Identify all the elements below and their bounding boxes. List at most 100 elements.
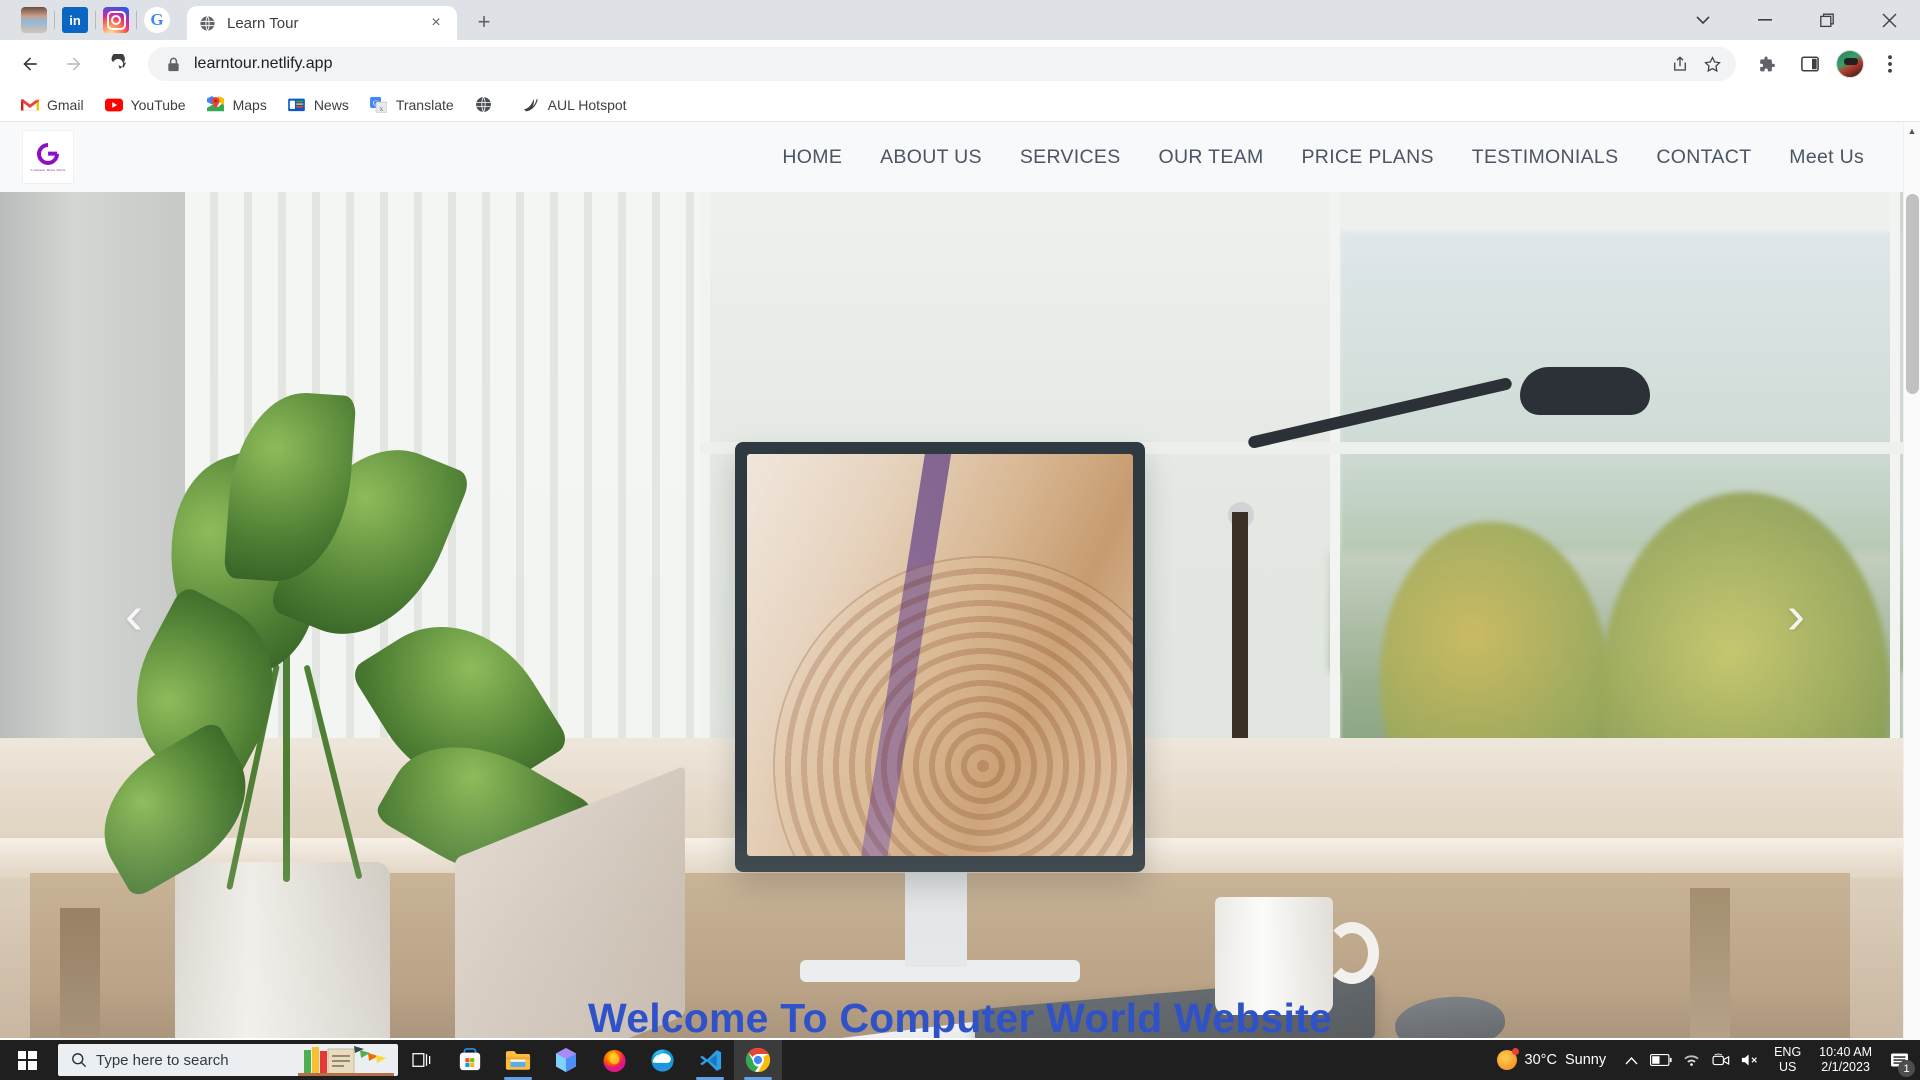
tab-divider	[136, 11, 137, 29]
clock-and-date[interactable]: 10:40 AM 2/1/2023	[1809, 1045, 1882, 1075]
google-news-icon	[288, 96, 306, 114]
puzzle-icon[interactable]	[1746, 44, 1786, 84]
bookmark-news[interactable]: News	[279, 92, 358, 118]
page-scrollbar[interactable]: ▲	[1903, 122, 1920, 1040]
carousel-prev-button[interactable]: ‹	[125, 588, 143, 642]
three-dot-menu-icon[interactable]	[1870, 44, 1910, 84]
youtube-icon	[104, 96, 123, 114]
url-text[interactable]: learntour.netlify.app	[194, 55, 1664, 73]
tab-learn-tour[interactable]: Learn Tour ×	[187, 6, 457, 40]
bookmark-aul-hotspot[interactable]: AUL Hotspot	[513, 92, 636, 118]
taskbar-app-microsoft-office[interactable]	[542, 1040, 590, 1080]
back-button[interactable]	[10, 44, 50, 84]
site-navigation: HOME ABOUT US SERVICES OUR TEAM PRICE PL…	[782, 146, 1904, 169]
gmail-icon	[21, 96, 39, 114]
taskbar-app-firefox[interactable]	[590, 1040, 638, 1080]
wifi-icon[interactable]	[1676, 1040, 1706, 1080]
scroll-up-arrow[interactable]: ▲	[1904, 122, 1920, 139]
close-window-button[interactable]	[1858, 0, 1920, 40]
linkedin-pin[interactable]: in	[62, 7, 88, 33]
sunny-weather-icon	[1496, 1048, 1519, 1070]
bookmark-youtube[interactable]: YouTube	[96, 92, 195, 118]
restore-button[interactable]	[1796, 0, 1858, 40]
nav-item-testimonials[interactable]: TESTIMONIALS	[1472, 146, 1619, 169]
google-icon-label: G	[150, 10, 164, 29]
minimize-button[interactable]	[1734, 0, 1796, 40]
clock-date: 2/1/2023	[1821, 1060, 1870, 1074]
taskbar-app-microsoft-store[interactable]	[446, 1040, 494, 1080]
weather-temperature: 30°C	[1524, 1052, 1557, 1068]
bookmark-gmail[interactable]: Gmail	[12, 92, 93, 118]
close-tab-icon[interactable]: ×	[425, 12, 447, 34]
start-button[interactable]	[0, 1040, 54, 1080]
bookmark-maps[interactable]: Maps	[198, 92, 276, 118]
address-bar[interactable]: learntour.netlify.app	[148, 47, 1736, 81]
side-panel-icon[interactable]	[1790, 44, 1830, 84]
language-indicator[interactable]: ENG US	[1766, 1045, 1809, 1075]
share-icon[interactable]	[1664, 48, 1696, 80]
task-view-button[interactable]	[398, 1040, 446, 1080]
notification-count-badge: 1	[1898, 1060, 1915, 1077]
pinned-tabs: in G	[10, 0, 181, 40]
profile-photo-pin[interactable]	[21, 7, 47, 33]
linkedin-icon-label: in	[69, 12, 81, 28]
instagram-pin[interactable]	[103, 7, 129, 33]
logo-caption: Computer Brain Skills	[30, 167, 66, 172]
nav-item-contact[interactable]: CONTACT	[1656, 146, 1751, 169]
hero-image	[0, 192, 1920, 1038]
bookmark-translate[interactable]: G x Translate	[361, 92, 463, 118]
tab-title: Learn Tour	[227, 14, 299, 32]
windows-taskbar: Type here to search 30°C Sunny ENG US 10…	[0, 1040, 1920, 1080]
star-icon[interactable]	[1696, 48, 1728, 80]
google-pin[interactable]: G	[144, 7, 170, 33]
taskbar-app-microsoft-edge[interactable]	[638, 1040, 686, 1080]
nav-item-services[interactable]: SERVICES	[1020, 146, 1121, 169]
clock-time: 10:40 AM	[1819, 1045, 1872, 1059]
nav-item-price-plans[interactable]: PRICE PLANS	[1302, 146, 1434, 169]
reload-button[interactable]	[98, 44, 138, 84]
lock-icon[interactable]	[164, 55, 182, 73]
nav-item-meet-us[interactable]: Meet Us	[1789, 146, 1864, 169]
bookmark-label: Maps	[232, 96, 267, 113]
globe-icon	[475, 96, 493, 114]
taskbar-app-file-explorer[interactable]	[494, 1040, 542, 1080]
bookmark-label: AUL Hotspot	[547, 96, 627, 113]
windows-logo-icon	[17, 1050, 37, 1070]
taskbar-search-box[interactable]: Type here to search	[58, 1044, 398, 1076]
maps-icon	[207, 96, 225, 114]
new-tab-button[interactable]: +	[469, 7, 499, 37]
tab-strip: in G Learn Tour × +	[0, 0, 1920, 40]
omnibox-actions	[1664, 48, 1728, 80]
show-hidden-icons-button[interactable]	[1616, 1040, 1646, 1080]
taskbar-app-google-chrome[interactable]	[734, 1040, 782, 1080]
browser-toolbar: learntour.netlify.app	[0, 40, 1920, 88]
svg-text:x: x	[380, 103, 384, 112]
weather-widget[interactable]: 30°C Sunny	[1487, 1048, 1617, 1070]
bookmark-label: Translate	[395, 96, 454, 113]
bookmark-globe[interactable]	[466, 92, 510, 118]
notification-center-button[interactable]: 1	[1882, 1040, 1916, 1080]
search-icon	[68, 1052, 90, 1068]
tab-search-icon[interactable]	[1672, 0, 1734, 40]
hero-carousel: ‹ › Welcome To Computer World Website	[0, 192, 1920, 1038]
profile-avatar-icon[interactable]	[1836, 50, 1864, 78]
volume-muted-icon[interactable]	[1736, 1040, 1766, 1080]
meet-now-icon[interactable]	[1706, 1040, 1736, 1080]
nav-item-our-team[interactable]: OUR TEAM	[1159, 146, 1264, 169]
site-header: Computer Brain Skills HOME ABOUT US SERV…	[0, 122, 1920, 192]
globe-icon	[197, 13, 217, 33]
aul-hotspot-icon	[522, 96, 540, 114]
google-translate-icon: G x	[370, 96, 388, 114]
tab-divider	[95, 11, 96, 29]
taskbar-app-visual-studio-code[interactable]	[686, 1040, 734, 1080]
nav-item-home[interactable]: HOME	[782, 146, 842, 169]
carousel-next-button[interactable]: ›	[1787, 588, 1805, 642]
tab-divider	[54, 11, 55, 29]
scrollbar-thumb[interactable]	[1906, 194, 1919, 394]
weather-description: Sunny	[1564, 1052, 1607, 1068]
site-logo[interactable]: Computer Brain Skills	[22, 130, 74, 184]
nav-item-about-us[interactable]: ABOUT US	[880, 146, 982, 169]
forward-button[interactable]	[54, 44, 94, 84]
battery-icon[interactable]	[1646, 1040, 1676, 1080]
page-viewport: Computer Brain Skills HOME ABOUT US SERV…	[0, 122, 1920, 1040]
